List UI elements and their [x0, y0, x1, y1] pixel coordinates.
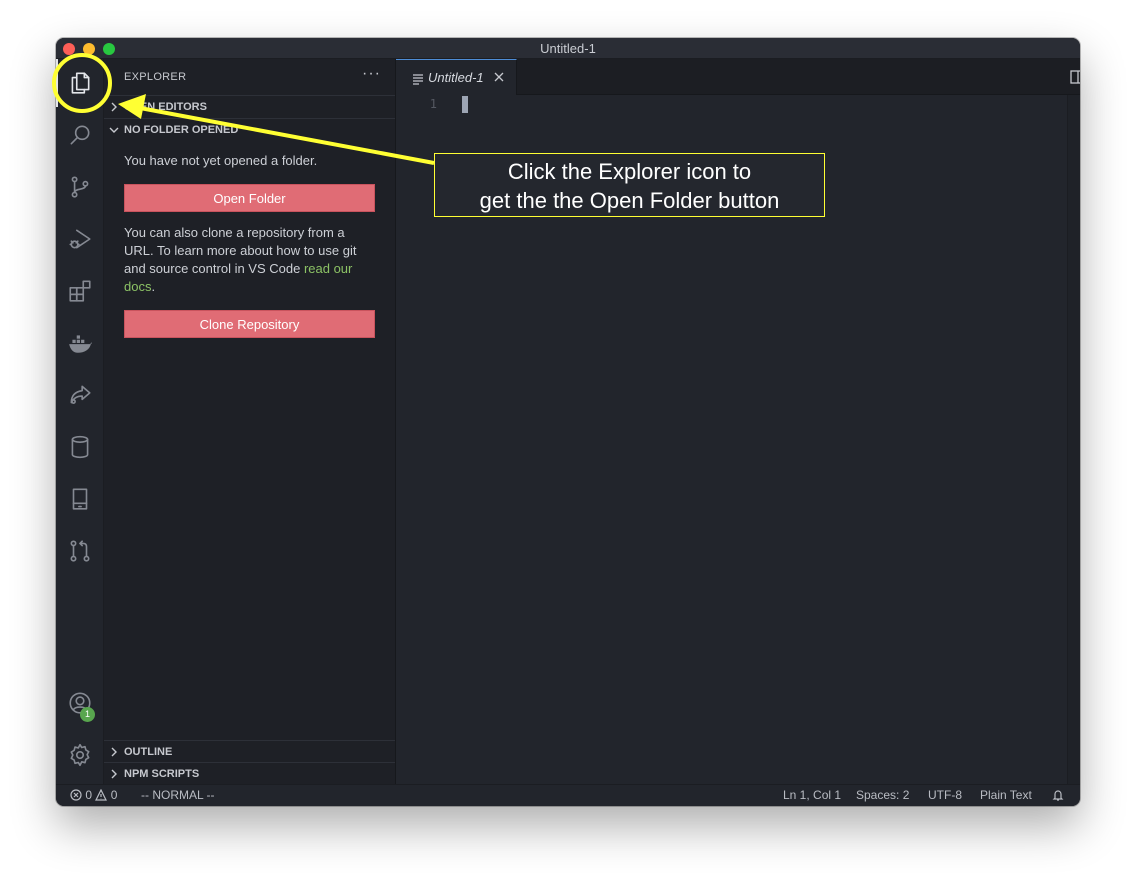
database-icon[interactable]: [56, 423, 104, 471]
notifications-bell-icon[interactable]: [1052, 785, 1064, 806]
sidebar-title: EXPLORER: [124, 71, 187, 83]
outline-label: OUTLINE: [124, 746, 173, 758]
run-debug-icon[interactable]: [56, 215, 104, 263]
callout-line-1: Click the Explorer icon to: [507, 159, 752, 184]
docker-icon[interactable]: [56, 319, 104, 367]
status-bar: 0 0 -- NORMAL -- Ln 1, Col 1 Spaces: 2 U…: [56, 784, 1080, 806]
live-share-icon[interactable]: [56, 371, 104, 419]
window-title: Untitled-1: [540, 41, 596, 56]
editor-scrollbar[interactable]: [1067, 95, 1080, 784]
clone-description: You can also clone a repository from a U…: [124, 224, 376, 296]
no-folder-message: You have not yet opened a folder.: [124, 153, 318, 168]
minimize-window-button[interactable]: [83, 43, 95, 55]
plain-text-file-icon: [412, 72, 424, 85]
text-cursor: [462, 96, 468, 113]
error-icon: [70, 789, 82, 801]
search-icon[interactable]: [56, 111, 104, 159]
cursor-position[interactable]: Ln 1, Col 1: [783, 785, 841, 806]
accounts-icon[interactable]: 1: [56, 679, 104, 727]
problems-indicator[interactable]: 0 0: [70, 785, 117, 806]
line-number: 1: [429, 97, 437, 111]
explorer-icon[interactable]: [56, 59, 104, 107]
settings-gear-icon[interactable]: [56, 731, 104, 779]
editor-tab-bar: Untitled-1 ···: [396, 59, 1080, 95]
no-folder-section[interactable]: NO FOLDER OPENED: [104, 118, 395, 140]
sidebar-header: EXPLORER ···: [104, 59, 395, 96]
source-control-icon[interactable]: [56, 163, 104, 211]
language-mode[interactable]: Plain Text: [980, 785, 1032, 806]
encoding[interactable]: UTF-8: [928, 785, 962, 806]
warning-icon: [95, 788, 108, 801]
chevron-right-icon: [108, 763, 120, 785]
callout-line-2: get the the Open Folder button: [479, 188, 780, 213]
activity-bar: 1: [56, 59, 104, 784]
warning-count: 0: [110, 788, 118, 802]
split-editor-icon[interactable]: [1069, 68, 1080, 86]
maximize-window-button[interactable]: [103, 43, 115, 55]
sidebar-more-actions[interactable]: ···: [362, 65, 381, 83]
annotation-callout: Click the Explorer icon to get the the O…: [434, 153, 825, 217]
open-editors-section[interactable]: OPEN EDITORS: [104, 95, 395, 117]
open-folder-button[interactable]: Open Folder: [124, 184, 375, 212]
explorer-sidebar: EXPLORER ··· OPEN EDITORS NO FOLDER OPEN…: [104, 59, 396, 784]
no-folder-label: NO FOLDER OPENED: [124, 124, 239, 136]
open-editors-label: OPEN EDITORS: [124, 101, 207, 113]
clone-text-end: .: [151, 279, 156, 294]
title-bar: Untitled-1: [56, 38, 1080, 59]
clone-repository-button[interactable]: Clone Repository: [124, 310, 375, 338]
close-tab-icon[interactable]: [492, 70, 506, 84]
extensions-icon[interactable]: [56, 267, 104, 315]
indentation[interactable]: Spaces: 2: [856, 785, 909, 806]
tab-label: Untitled-1: [428, 70, 484, 85]
accounts-badge: 1: [80, 707, 95, 722]
chevron-right-icon: [108, 96, 120, 118]
outline-section[interactable]: OUTLINE: [104, 740, 395, 762]
pull-request-icon[interactable]: [56, 527, 104, 575]
chevron-right-icon: [108, 741, 120, 763]
vim-mode: -- NORMAL --: [141, 788, 215, 802]
close-window-button[interactable]: [63, 43, 75, 55]
chevron-down-icon: [108, 119, 120, 141]
tab-untitled-1[interactable]: Untitled-1: [396, 59, 517, 95]
npm-scripts-section[interactable]: NPM SCRIPTS: [104, 762, 395, 784]
notebook-icon[interactable]: [56, 475, 104, 523]
npm-scripts-label: NPM SCRIPTS: [124, 768, 200, 780]
error-count: 0: [85, 788, 93, 802]
